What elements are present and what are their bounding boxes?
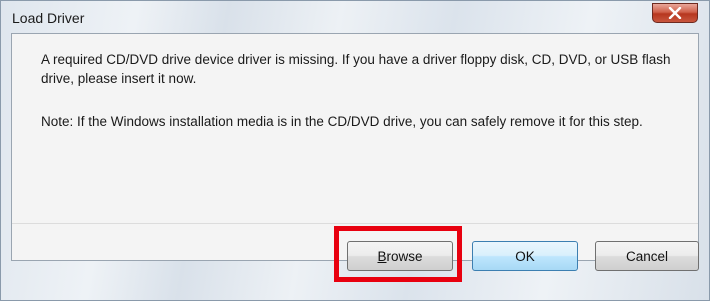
- dialog-title: Load Driver: [12, 10, 85, 26]
- cancel-button[interactable]: Cancel: [595, 241, 699, 271]
- title-bar[interactable]: Load Driver: [1, 1, 709, 31]
- close-icon: [668, 7, 682, 19]
- separator: [12, 223, 698, 224]
- load-driver-dialog: Load Driver A required CD/DVD drive devi…: [0, 0, 710, 301]
- ok-button[interactable]: OK: [472, 241, 578, 271]
- close-button[interactable]: [652, 3, 698, 23]
- missing-driver-message: A required CD/DVD drive device driver is…: [41, 52, 671, 86]
- highlight-box: [334, 226, 462, 282]
- note-message: Note: If the Windows installation media …: [41, 114, 643, 129]
